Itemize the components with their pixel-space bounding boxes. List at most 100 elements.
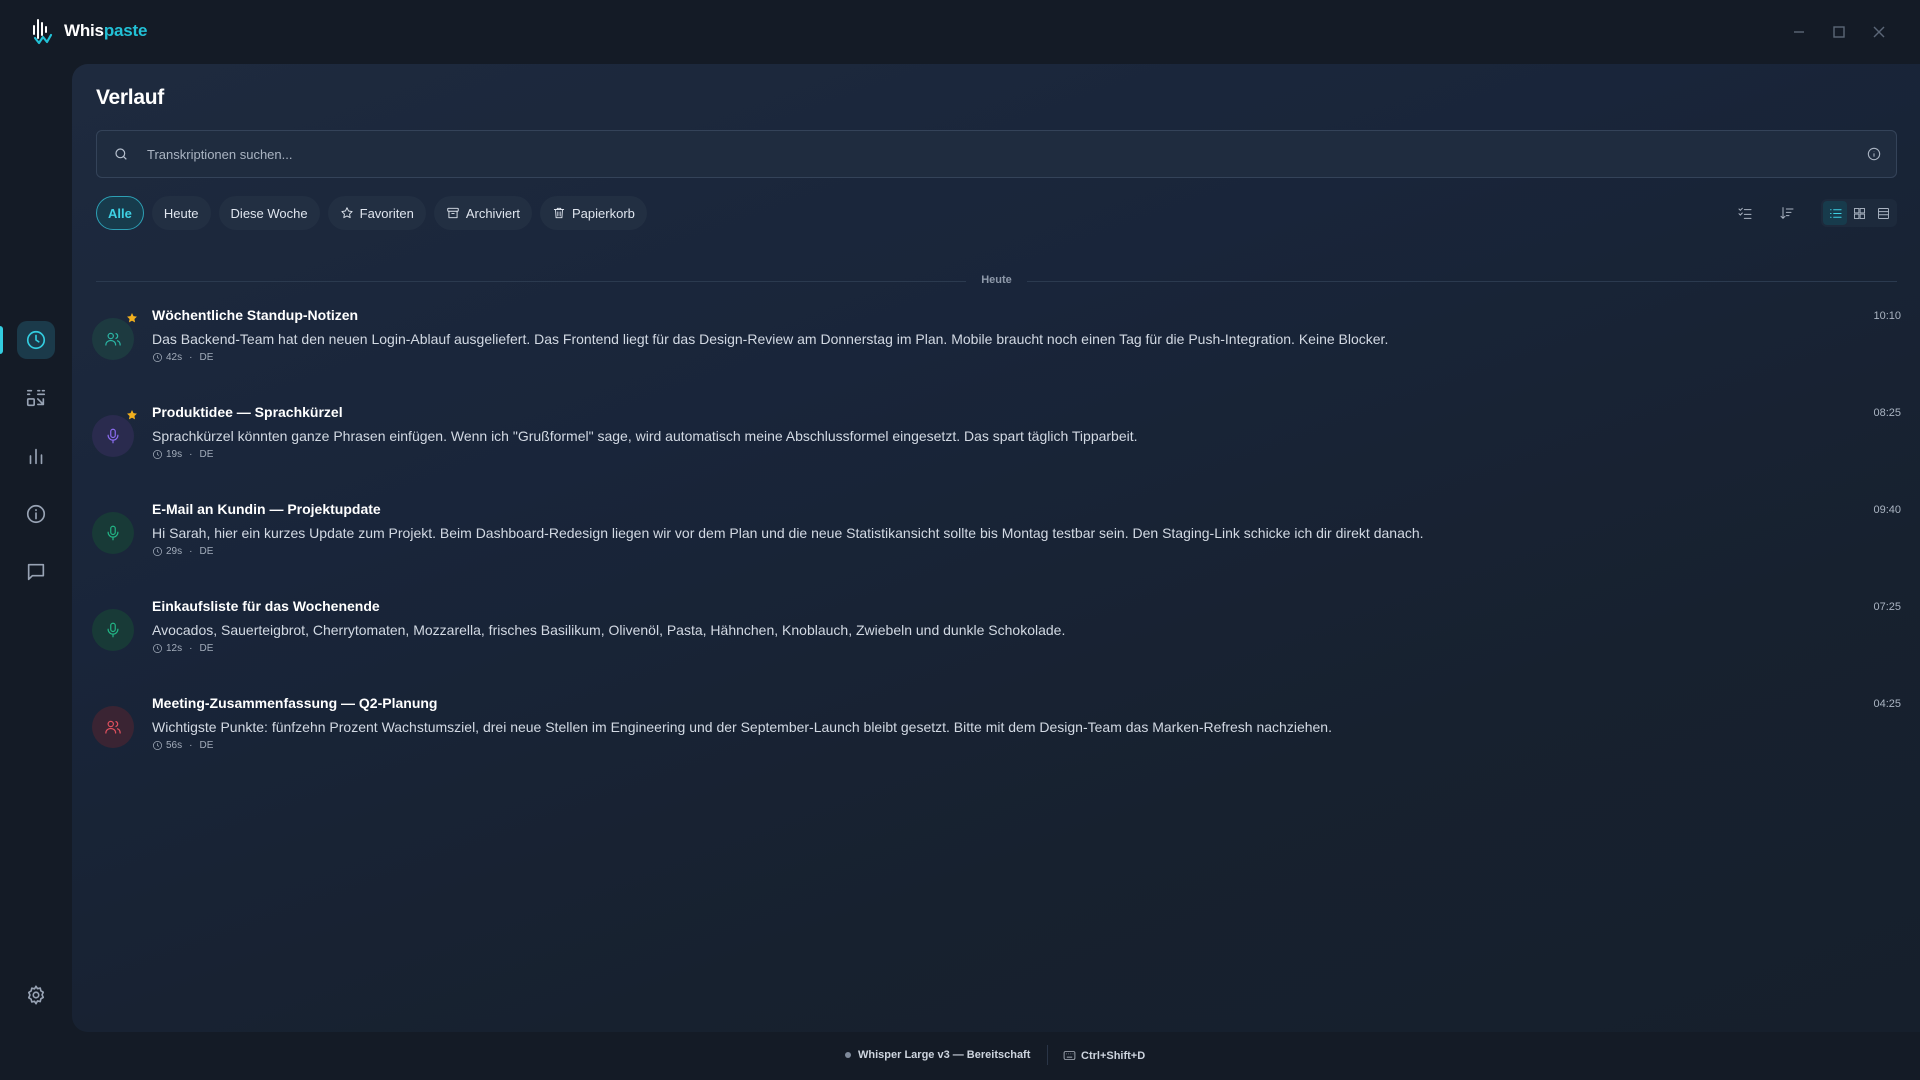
- model-status: Whisper Large v3 — Bereitschaft: [845, 1049, 1030, 1061]
- entry-duration: 12s: [166, 643, 183, 654]
- entry-text: Das Backend-Team hat den neuen Login-Abl…: [152, 331, 1389, 347]
- favorite-star-icon[interactable]: [126, 311, 138, 329]
- filter-this-week[interactable]: Diese Woche: [218, 196, 320, 230]
- entry-time: 07:25: [1873, 601, 1901, 613]
- entry-meta: 12s · DE: [152, 643, 213, 654]
- active-nav-indicator: [0, 326, 3, 354]
- date-group-label: Heute: [981, 274, 1012, 286]
- settings-gear-icon: [27, 985, 45, 1005]
- microphone-icon: [107, 428, 119, 444]
- hotkey-text: Ctrl+Shift+D: [1081, 1049, 1146, 1062]
- entry-duration: 42s: [166, 352, 183, 363]
- filter-all[interactable]: Alle: [96, 196, 144, 230]
- entry-time: 08:25: [1873, 407, 1901, 419]
- info-icon: [26, 504, 46, 524]
- duration-clock-icon: [153, 450, 162, 459]
- microphone-icon: [107, 622, 119, 638]
- entry-meta: 29s · DE: [152, 546, 213, 557]
- feedback-message-icon: [27, 563, 45, 581]
- filter-trash[interactable]: Papierkorb: [540, 196, 647, 230]
- list-item[interactable]: Produktidee — Sprachkürzel Sprachkürzel …: [72, 403, 1920, 500]
- history-clock-icon: [26, 330, 46, 350]
- maximize-button[interactable]: [1827, 20, 1851, 44]
- entry-title: Produktidee — Sprachkürzel: [152, 404, 343, 420]
- transcription-list: Wöchentliche Standup-Notizen Das Backend…: [72, 306, 1920, 791]
- list-view-button[interactable]: [1823, 201, 1847, 225]
- entry-meta: 19s · DE: [152, 449, 213, 460]
- sidebar-item-info[interactable]: [17, 495, 55, 533]
- filter-today[interactable]: Heute: [151, 196, 211, 230]
- list-item[interactable]: Einkaufsliste für das Wochenende Avocado…: [72, 597, 1920, 694]
- entry-duration: 56s: [166, 740, 183, 751]
- entry-time: 04:25: [1873, 698, 1901, 710]
- entry-avatar: [92, 512, 134, 554]
- microphone-icon: [107, 525, 119, 541]
- sidebar-item-history[interactable]: [17, 321, 55, 359]
- filter-archived[interactable]: Archiviert: [433, 196, 533, 230]
- sidebar: [0, 64, 72, 1080]
- entry-avatar: [92, 706, 134, 748]
- app-logo: Whispaste: [32, 16, 147, 46]
- grid-view-icon: [1853, 207, 1865, 219]
- statistics-bar-chart-icon: [29, 448, 43, 465]
- entry-title: E-Mail an Kundin — Projektupdate: [152, 501, 381, 517]
- view-mode-switch: [1821, 199, 1897, 227]
- filter-chips: Alle Heute Diese Woche Favoriten Archivi…: [96, 196, 647, 230]
- entry-duration: 19s: [166, 449, 183, 460]
- entry-text: Hi Sarah, hier ein kurzes Update zum Pro…: [152, 525, 1424, 541]
- entry-time: 10:10: [1873, 310, 1901, 322]
- sidebar-item-settings[interactable]: [17, 976, 55, 1014]
- compact-view-icon: [1877, 207, 1889, 219]
- list-item[interactable]: E-Mail an Kundin — Projektupdate Hi Sara…: [72, 500, 1920, 597]
- entry-avatar: [92, 609, 134, 651]
- multi-select-button[interactable]: [1731, 199, 1759, 227]
- users-icon: [105, 720, 121, 734]
- search-bar: [96, 130, 1897, 178]
- users-icon: [105, 332, 121, 346]
- close-button[interactable]: [1867, 20, 1891, 44]
- waveform-logo-icon: [33, 19, 53, 45]
- keyboard-icon: [1063, 1051, 1076, 1060]
- list-item[interactable]: Meeting-Zusammenfassung — Q2-Planung Wic…: [72, 694, 1920, 791]
- sort-button[interactable]: [1773, 199, 1801, 227]
- duration-clock-icon: [153, 353, 162, 362]
- entry-language: DE: [199, 546, 214, 557]
- main-panel: Verlauf Alle Heute Diese Woche Favoriten…: [72, 64, 1920, 1032]
- model-status-text: Whisper Large v3 — Bereitschaft: [858, 1049, 1031, 1061]
- sidebar-item-statistics[interactable]: [17, 437, 55, 475]
- search-help-info-icon[interactable]: [1866, 146, 1882, 167]
- minimize-icon: [1794, 31, 1804, 33]
- duration-clock-icon: [153, 547, 162, 556]
- title-bar: Whispaste: [0, 0, 1920, 64]
- entry-language: DE: [199, 352, 214, 363]
- compact-view-button[interactable]: [1871, 201, 1895, 225]
- entry-title: Einkaufsliste für das Wochenende: [152, 598, 380, 614]
- view-toolbar: [1731, 199, 1897, 227]
- star-icon: [341, 207, 353, 219]
- duration-clock-icon: [153, 644, 162, 653]
- status-bar: Whisper Large v3 — Bereitschaft Ctrl+Shi…: [0, 1032, 1920, 1080]
- list-item[interactable]: Wöchentliche Standup-Notizen Das Backend…: [72, 306, 1920, 403]
- search-input[interactable]: [147, 131, 1827, 177]
- entry-meta: 42s · DE: [152, 352, 213, 363]
- list-view-icon: [1829, 208, 1842, 218]
- shortcuts-icon: [26, 389, 46, 407]
- entry-duration: 29s: [166, 546, 183, 557]
- favorite-star-icon[interactable]: [126, 408, 138, 426]
- entry-text: Sprachkürzel könnten ganze Phrasen einfü…: [152, 428, 1138, 444]
- entry-title: Meeting-Zusammenfassung — Q2-Planung: [152, 695, 438, 711]
- entry-text: Wichtigste Punkte: fünfzehn Prozent Wach…: [152, 719, 1332, 735]
- filter-favorites[interactable]: Favoriten: [327, 196, 426, 230]
- minimize-button[interactable]: [1787, 20, 1811, 44]
- entry-meta: 56s · DE: [152, 740, 213, 751]
- search-icon: [113, 146, 129, 167]
- status-dot: [845, 1052, 851, 1058]
- page-title: Verlauf: [96, 86, 164, 109]
- entry-language: DE: [199, 449, 214, 460]
- app-name: Whispaste: [64, 21, 148, 40]
- sidebar-item-shortcuts[interactable]: [17, 379, 55, 417]
- sidebar-item-feedback[interactable]: [17, 553, 55, 591]
- grid-view-button[interactable]: [1847, 201, 1871, 225]
- date-group-divider: Heute: [96, 274, 1897, 286]
- multi-select-icon: [1738, 207, 1752, 219]
